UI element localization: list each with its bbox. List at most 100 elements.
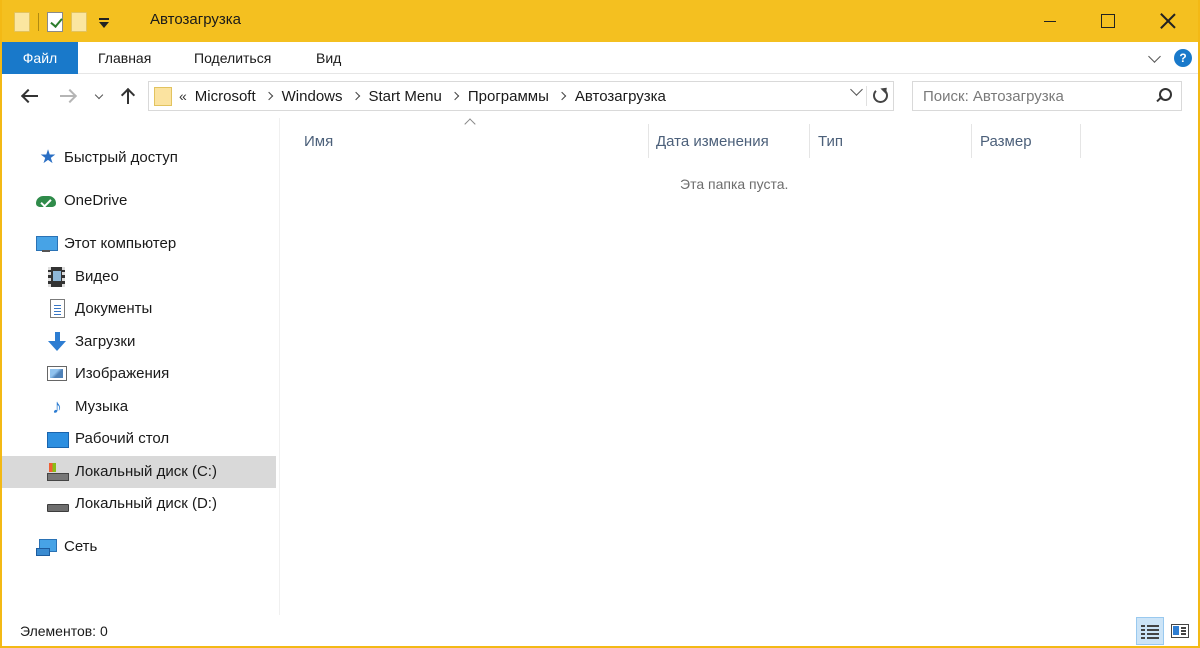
file-explorer-window: Автозагрузка Файл Главная Поделиться Вид… (0, 0, 1200, 648)
sidebar-item-pictures[interactable]: Изображения (2, 358, 276, 390)
breadcrumb-item[interactable]: Microsoft (195, 88, 256, 105)
customize-dropdown-icon[interactable] (95, 12, 113, 32)
refresh-icon[interactable] (873, 88, 888, 103)
navigation-bar: « Microsoft Windows Start Menu Программы… (2, 74, 1198, 118)
item-count: Элементов: 0 (20, 623, 108, 639)
sidebar-item-label: Сеть (64, 538, 98, 555)
sidebar-item-label: Музыка (75, 398, 129, 415)
help-icon: ? (1174, 49, 1192, 67)
ribbon-tabs: Файл Главная Поделиться Вид ? (2, 42, 1198, 74)
downloads-icon (47, 332, 67, 352)
address-divider (866, 86, 867, 106)
sidebar-item-videos[interactable]: Видео (2, 261, 276, 293)
qat-separator (38, 13, 39, 31)
sidebar-item-onedrive[interactable]: OneDrive (2, 185, 276, 217)
sidebar-item-label: Рабочий стол (75, 430, 170, 447)
up-arrow-icon (119, 87, 137, 105)
sidebar-item-music[interactable]: ♪ Музыка (2, 391, 276, 423)
tab-file[interactable]: Файл (2, 42, 78, 74)
navigation-pane: ★ Быстрый доступ OneDrive Этот компьютер… (2, 118, 278, 615)
chevron-down-icon (1148, 49, 1161, 63)
sidebar-item-label: Видео (75, 268, 119, 285)
column-header-size[interactable]: Размер (972, 126, 1080, 156)
search-icon[interactable] (1155, 88, 1172, 104)
status-bar: Элементов: 0 (2, 615, 1198, 646)
maximize-button[interactable] (1080, 0, 1136, 42)
sidebar-item-this-pc[interactable]: Этот компьютер (2, 228, 276, 260)
empty-folder-message: Эта папка пуста. (680, 176, 789, 192)
sidebar-item-downloads[interactable]: Загрузки (2, 326, 276, 358)
tab-share[interactable]: Поделиться (194, 42, 271, 74)
sidebar-item-label: Локальный диск (C:) (75, 463, 217, 480)
folder-icon (154, 87, 172, 106)
column-header-type[interactable]: Тип (810, 126, 971, 156)
video-icon (48, 267, 65, 287)
minimize-button[interactable] (1022, 0, 1078, 42)
close-icon (1160, 13, 1176, 29)
large-icons-view-icon (1171, 624, 1189, 638)
title-bar: Автозагрузка (2, 0, 1198, 42)
help-button[interactable]: ? (1174, 42, 1192, 74)
folder-icon (14, 12, 30, 32)
drive-c-icon (47, 462, 69, 482)
new-folder-icon[interactable] (71, 12, 87, 32)
file-list[interactable]: Имя Дата изменения Тип Размер Эта папка … (280, 118, 1196, 615)
address-bar[interactable]: « Microsoft Windows Start Menu Программы… (148, 81, 894, 111)
sidebar-item-desktop[interactable]: Рабочий стол (2, 423, 276, 455)
pictures-icon (47, 366, 67, 381)
window-title: Автозагрузка (150, 11, 241, 28)
tab-home[interactable]: Главная (98, 42, 151, 74)
search-box[interactable] (912, 81, 1182, 111)
forward-button[interactable] (56, 84, 80, 108)
search-input[interactable] (913, 82, 1149, 110)
sidebar-item-label: Быстрый доступ (64, 149, 178, 166)
properties-check-icon[interactable] (47, 12, 63, 32)
tab-view[interactable]: Вид (316, 42, 341, 74)
maximize-icon (1101, 14, 1115, 28)
network-icon (36, 537, 57, 557)
expand-ribbon-button[interactable] (1148, 42, 1161, 74)
music-icon: ♪ (52, 396, 62, 418)
back-button[interactable] (18, 84, 42, 108)
details-view-icon (1141, 624, 1159, 638)
breadcrumb-separator-icon[interactable] (264, 91, 273, 101)
up-button[interactable] (116, 84, 140, 108)
sidebar-item-label: Локальный диск (D:) (75, 495, 217, 512)
address-history-button[interactable] (850, 83, 863, 96)
drive-d-icon (47, 494, 69, 514)
details-view-button[interactable] (1136, 617, 1164, 645)
breadcrumb-item[interactable]: Windows (282, 88, 343, 105)
sidebar-item-label: Документы (75, 300, 153, 317)
computer-icon (36, 234, 58, 254)
breadcrumb-separator-icon[interactable] (351, 91, 360, 101)
large-icons-view-button[interactable] (1166, 617, 1194, 645)
breadcrumb-overflow[interactable]: « (179, 88, 187, 104)
column-header-name[interactable]: Имя (296, 126, 648, 156)
chevron-down-icon (850, 83, 863, 96)
breadcrumb-separator-icon[interactable] (450, 91, 460, 101)
sidebar-item-label: Этот компьютер (64, 235, 177, 252)
back-arrow-icon (21, 87, 39, 105)
forward-arrow-icon (59, 87, 77, 105)
breadcrumb-item[interactable]: Программы (468, 88, 549, 105)
breadcrumb-separator-icon[interactable] (557, 91, 567, 101)
breadcrumb-item[interactable]: Start Menu (369, 88, 442, 105)
star-icon: ★ (39, 147, 57, 168)
column-header-date-modified[interactable]: Дата изменения (648, 126, 809, 156)
documents-icon (50, 299, 65, 318)
sidebar-item-drive-d[interactable]: Локальный диск (D:) (2, 488, 276, 520)
minimize-icon (1044, 20, 1056, 22)
breadcrumb-item-current[interactable]: Автозагрузка (575, 88, 666, 105)
column-separator[interactable] (1080, 124, 1081, 158)
recent-locations-button[interactable] (90, 84, 108, 108)
sidebar-item-quick-access[interactable]: ★ Быстрый доступ (2, 142, 276, 174)
chevron-down-icon (94, 90, 104, 99)
sidebar-item-network[interactable]: Сеть (2, 531, 276, 563)
sidebar-item-label: OneDrive (64, 192, 128, 209)
desktop-icon (47, 429, 69, 449)
sidebar-item-documents[interactable]: Документы (2, 293, 276, 325)
sidebar-item-drive-c[interactable]: Локальный диск (C:) (2, 456, 276, 488)
close-button[interactable] (1140, 0, 1196, 42)
sidebar-item-label: Загрузки (75, 333, 136, 350)
sidebar-item-label: Изображения (75, 365, 170, 382)
